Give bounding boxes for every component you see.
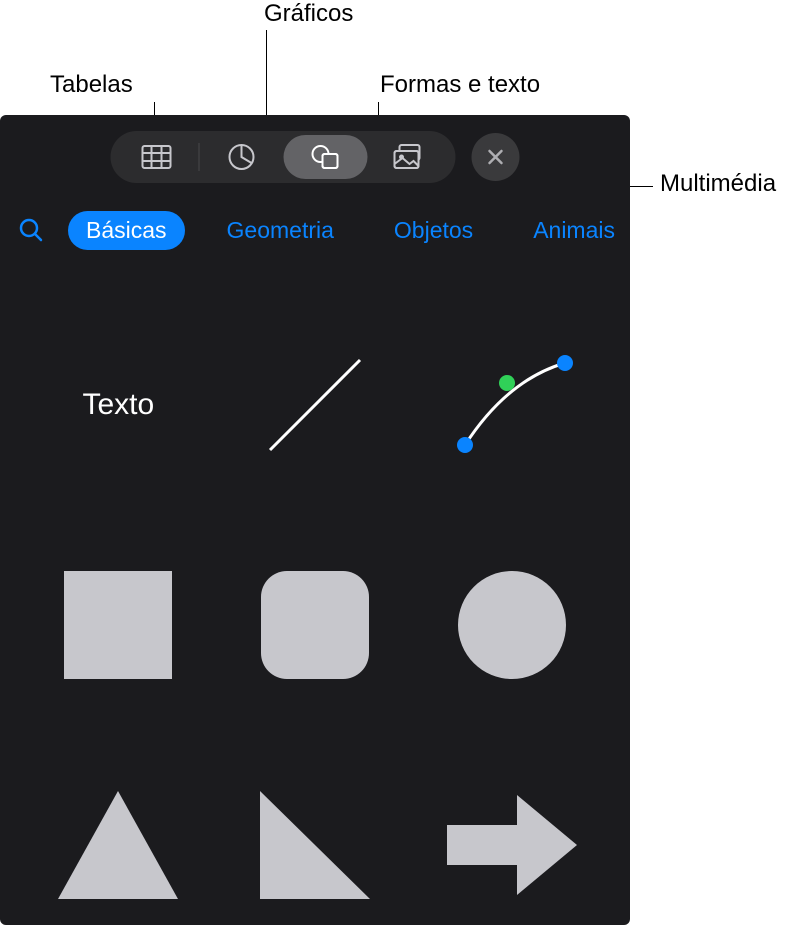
shape-right-triangle[interactable] (227, 745, 404, 925)
callout-tabelas: Tabelas (50, 71, 133, 99)
charts-button[interactable] (200, 135, 284, 179)
segmented-control (111, 131, 456, 183)
square-icon (64, 571, 172, 679)
right-triangle-icon (260, 791, 370, 899)
line-icon (255, 345, 375, 465)
shape-square[interactable] (30, 525, 207, 725)
curve-icon (447, 345, 577, 465)
shape-line[interactable] (227, 305, 404, 505)
categories-row: Básicas Geometria Objetos Animais N (0, 203, 630, 257)
media-icon (394, 144, 426, 170)
triangle-icon (58, 791, 178, 899)
category-animais[interactable]: Animais (515, 211, 630, 250)
insert-panel: Básicas Geometria Objetos Animais N Text… (0, 115, 630, 925)
tables-button[interactable] (115, 135, 199, 179)
media-button[interactable] (368, 135, 452, 179)
shape-rounded-square[interactable] (227, 525, 404, 725)
toolbar (111, 131, 520, 183)
shapes-button[interactable] (284, 135, 368, 179)
chart-icon (228, 143, 256, 171)
text-shape-label: Texto (82, 388, 154, 422)
shape-circle[interactable] (423, 525, 600, 725)
search-button[interactable] (18, 217, 44, 243)
shape-curve[interactable] (423, 305, 600, 505)
callout-multimedia: Multimédia (660, 170, 776, 198)
shapes-grid: Texto (0, 285, 630, 925)
category-geometria[interactable]: Geometria (209, 211, 352, 250)
callout-graficos: Gráficos (264, 0, 353, 28)
close-icon (487, 148, 505, 166)
rounded-square-icon (261, 571, 369, 679)
category-objetos[interactable]: Objetos (376, 211, 491, 250)
shape-text[interactable]: Texto (30, 305, 207, 505)
close-button[interactable] (472, 133, 520, 181)
shapes-icon (311, 144, 341, 170)
search-icon (18, 217, 44, 243)
shape-arrow[interactable] (423, 745, 600, 925)
shape-triangle[interactable] (30, 745, 207, 925)
arrow-icon (447, 795, 577, 895)
table-icon (142, 145, 172, 169)
callout-formas: Formas e texto (380, 71, 540, 99)
category-basicas[interactable]: Básicas (68, 211, 185, 250)
circle-icon (458, 571, 566, 679)
